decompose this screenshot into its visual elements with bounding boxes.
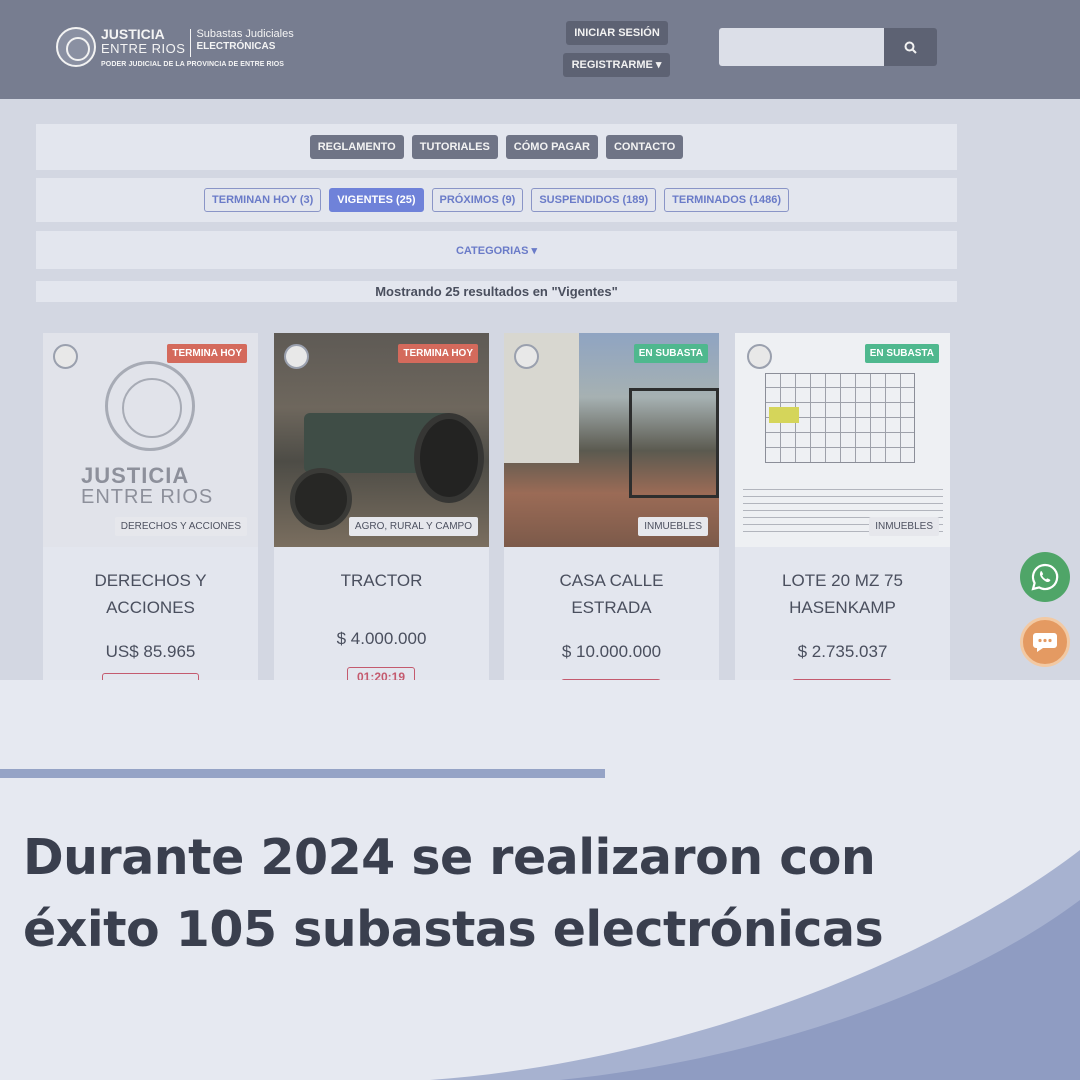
chat-button[interactable] (1020, 617, 1070, 667)
title-line: HASENKAMP (789, 598, 896, 617)
auction-card[interactable]: JUSTICIA ENTRE RIOS TERMINA HOY DERECHOS… (43, 333, 258, 680)
chat-icon (1033, 633, 1057, 652)
status-tabs: TERMINAN HOY (3) VIGENTES (25) PRÓXIMOS … (36, 178, 957, 222)
tab-count: (189) (622, 194, 649, 206)
title-line: CASA CALLE (559, 571, 664, 590)
plan-highlight (769, 407, 799, 423)
category-badge: INMUEBLES (638, 517, 708, 536)
auction-image: EN SUBASTA INMUEBLES (735, 333, 950, 547)
accent-line (0, 769, 605, 778)
seal-icon (514, 344, 539, 369)
auction-title[interactable]: LOTE 20 MZ 75 HASENKAMP (735, 567, 950, 621)
logo-sub2: ELECTRÓNICAS (196, 41, 276, 52)
register-button[interactable]: REGISTRARME ▾ (563, 53, 670, 77)
status-badge: TERMINA HOY (398, 344, 478, 363)
site-header: JUSTICIA ENTRE RIOS Subastas Judiciales … (0, 0, 1080, 99)
countdown-timer (102, 673, 199, 680)
seal-icon (53, 344, 78, 369)
tab-label: TERMINAN HOY (212, 194, 297, 206)
menu-tutoriales[interactable]: TUTORIALES (411, 135, 498, 159)
categories-bar: CATEGORIAS ▾ (36, 231, 957, 269)
tractor-wheel (414, 413, 484, 503)
website-screenshot: JUSTICIA ENTRE RIOS Subastas Judiciales … (0, 0, 1080, 680)
seal-icon (105, 361, 195, 451)
site-logo[interactable]: JUSTICIA ENTRE RIOS Subastas Judiciales … (56, 27, 294, 68)
auction-price: $ 4.000.000 (336, 629, 427, 648)
tab-count: (1486) (749, 194, 781, 206)
main-menu: REGLAMENTO TUTORIALES CÓMO PAGAR CONTACT… (36, 124, 957, 170)
tab-count: (9) (501, 194, 516, 206)
category-badge: DERECHOS Y ACCIONES (114, 517, 247, 536)
logo-sub1: Subastas Judiciales (196, 28, 294, 40)
auction-image: TERMINA HOY AGRO, RURAL Y CAMPO (274, 333, 489, 547)
tab-terminados[interactable]: TERMINADOS (1486) (664, 188, 789, 212)
logo-line2: ENTRE RIOS (101, 41, 186, 56)
menu-contacto[interactable]: CONTACTO (605, 135, 684, 159)
whatsapp-icon (1031, 563, 1059, 591)
menu-reglamento[interactable]: REGLAMENTO (309, 135, 404, 159)
categories-dropdown[interactable]: CATEGORIAS ▾ (456, 244, 537, 257)
status-badge: EN SUBASTA (864, 344, 939, 363)
category-badge: INMUEBLES (869, 517, 939, 536)
seal-icon (284, 344, 309, 369)
auction-card[interactable]: EN SUBASTA INMUEBLES LOTE 20 MZ 75 HASEN… (735, 333, 950, 680)
auction-title[interactable]: DERECHOS Y ACCIONES (43, 567, 258, 621)
image-logo-text: ENTRE RIOS (81, 486, 214, 508)
seal-icon (747, 344, 772, 369)
auction-card[interactable]: EN SUBASTA INMUEBLES CASA CALLE ESTRADA … (504, 333, 719, 680)
auction-title[interactable]: CASA CALLE ESTRADA (504, 567, 719, 621)
title-line: TRACTOR (340, 571, 423, 590)
house-railing (629, 388, 719, 498)
tractor-wheel (290, 468, 352, 530)
login-button[interactable]: INICIAR SESIÓN (566, 21, 668, 45)
auction-price: $ 2.735.037 (797, 642, 888, 661)
headline-line: Durante 2024 se realizaron con (23, 829, 876, 886)
status-badge: TERMINA HOY (167, 344, 247, 363)
headline-line: éxito 105 subastas electrónicas (23, 901, 884, 958)
auction-price: $ 10.000.000 (561, 642, 662, 661)
logo-line1: JUSTICIA (101, 26, 165, 42)
search-icon (904, 41, 917, 54)
tab-label: PRÓXIMOS (439, 194, 499, 206)
auction-title[interactable]: TRACTOR (274, 567, 489, 594)
tab-count: (3) (299, 194, 314, 206)
title-line: ACCIONES (106, 598, 195, 617)
whatsapp-button[interactable] (1020, 552, 1070, 602)
search-input[interactable] (719, 28, 885, 66)
tab-count: (25) (395, 194, 416, 206)
tab-label: SUSPENDIDOS (539, 194, 620, 206)
title-line: DERECHOS Y (94, 571, 207, 590)
results-count: Mostrando 25 resultados en "Vigentes" (36, 281, 957, 302)
logo-footer: PODER JUDICIAL DE LA PROVINCIA DE ENTRE … (101, 61, 285, 68)
title-line: ESTRADA (571, 598, 652, 617)
tab-label: VIGENTES (337, 194, 393, 206)
auction-price: US$ 85.965 (105, 642, 196, 661)
seal-icon (56, 27, 96, 67)
tab-vigentes[interactable]: VIGENTES (25) (329, 188, 424, 212)
countdown-timer: 01:20:19 (347, 667, 415, 680)
auction-card[interactable]: TERMINA HOY AGRO, RURAL Y CAMPO TRACTOR … (274, 333, 489, 680)
status-badge: EN SUBASTA (633, 344, 708, 363)
tab-label: TERMINADOS (672, 194, 747, 206)
search-button[interactable] (884, 28, 937, 66)
menu-como-pagar[interactable]: CÓMO PAGAR (505, 135, 598, 159)
auction-image: JUSTICIA ENTRE RIOS TERMINA HOY DERECHOS… (43, 333, 258, 547)
logo-divider (190, 29, 192, 57)
auction-image: EN SUBASTA INMUEBLES (504, 333, 719, 547)
tab-proximos[interactable]: PRÓXIMOS (9) (431, 188, 524, 212)
category-badge: AGRO, RURAL Y CAMPO (348, 517, 478, 536)
tab-suspendidos[interactable]: SUSPENDIDOS (189) (531, 188, 657, 212)
headline: Durante 2024 se realizaron con éxito 105… (23, 822, 884, 966)
tab-terminan-hoy[interactable]: TERMINAN HOY (3) (204, 188, 322, 212)
title-line: LOTE 20 MZ 75 (782, 571, 903, 590)
